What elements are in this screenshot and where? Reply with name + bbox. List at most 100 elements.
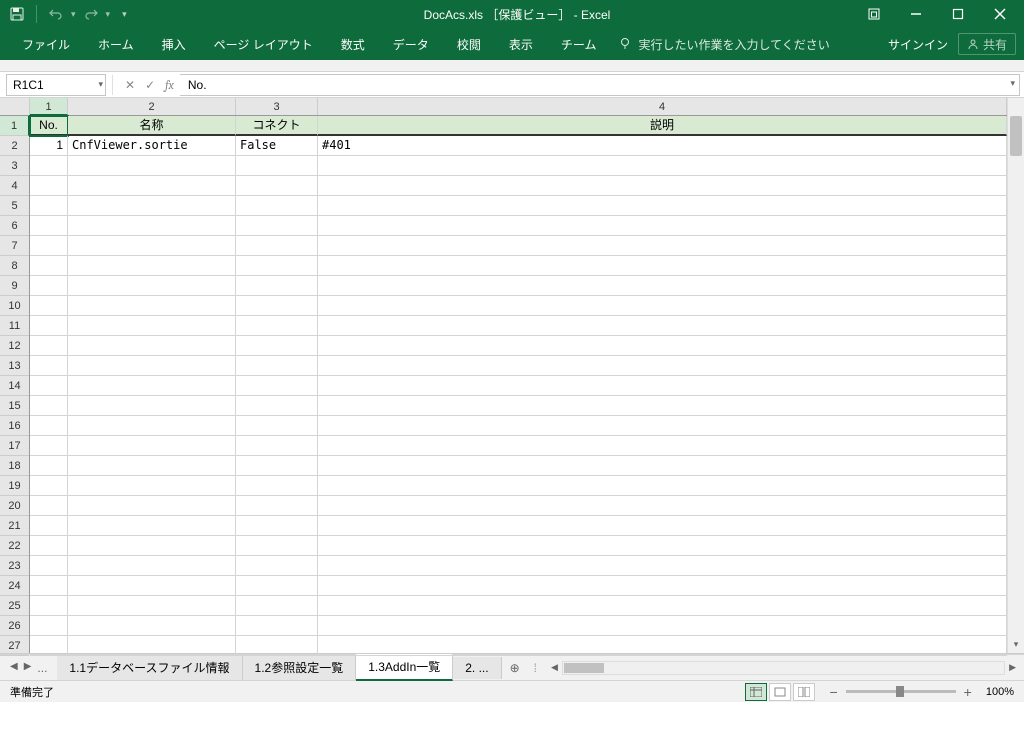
cell[interactable]: [68, 596, 236, 616]
cell-name-header[interactable]: 名称: [68, 116, 236, 136]
cell[interactable]: [68, 556, 236, 576]
cell[interactable]: [30, 596, 68, 616]
cell[interactable]: [236, 616, 318, 636]
sheet-tab-addin-list[interactable]: 1.3AddIn一覧: [356, 654, 453, 681]
ribbon-options-icon[interactable]: [854, 3, 894, 25]
cell[interactable]: [318, 336, 1007, 356]
cell[interactable]: [318, 196, 1007, 216]
cell[interactable]: [318, 296, 1007, 316]
cell[interactable]: [68, 616, 236, 636]
row-header-17[interactable]: 17: [0, 436, 29, 456]
cell[interactable]: [68, 216, 236, 236]
row-header-22[interactable]: 22: [0, 536, 29, 556]
cell[interactable]: [318, 396, 1007, 416]
tab-formulas[interactable]: 数式: [327, 28, 379, 60]
row-header-20[interactable]: 20: [0, 496, 29, 516]
tab-insert[interactable]: 挿入: [148, 28, 200, 60]
cell[interactable]: [30, 316, 68, 336]
enter-icon[interactable]: ✓: [145, 78, 155, 92]
cell[interactable]: [30, 176, 68, 196]
cell[interactable]: [68, 276, 236, 296]
row-header-19[interactable]: 19: [0, 476, 29, 496]
row-header-21[interactable]: 21: [0, 516, 29, 536]
cell[interactable]: [236, 216, 318, 236]
cell[interactable]: [236, 156, 318, 176]
cell[interactable]: [30, 256, 68, 276]
cell[interactable]: [68, 436, 236, 456]
cell[interactable]: [318, 256, 1007, 276]
sheet-tab-more[interactable]: 2. ...: [453, 657, 501, 679]
cell[interactable]: [318, 436, 1007, 456]
cell[interactable]: [318, 516, 1007, 536]
add-sheet-icon[interactable]: ⊕: [502, 661, 528, 675]
cell[interactable]: [318, 616, 1007, 636]
name-box[interactable]: R1C1 ▾: [6, 74, 106, 96]
hscroll-left-icon[interactable]: ◀: [551, 662, 558, 673]
row-header-13[interactable]: 13: [0, 356, 29, 376]
row-header-5[interactable]: 5: [0, 196, 29, 216]
cell[interactable]: [68, 396, 236, 416]
undo-dropdown-icon[interactable]: ▾: [71, 9, 76, 20]
cell[interactable]: [318, 576, 1007, 596]
spreadsheet-grid[interactable]: 1 2 3 4 12345678910111213141516171819202…: [0, 98, 1024, 654]
cell[interactable]: [68, 576, 236, 596]
cell[interactable]: [30, 396, 68, 416]
cell[interactable]: [30, 296, 68, 316]
cell[interactable]: [68, 376, 236, 396]
cell[interactable]: [30, 636, 68, 656]
cell[interactable]: [30, 196, 68, 216]
cell[interactable]: [30, 436, 68, 456]
cell[interactable]: [68, 356, 236, 376]
cell[interactable]: [318, 156, 1007, 176]
horizontal-scrollbar[interactable]: [562, 661, 1005, 675]
maximize-icon[interactable]: [938, 3, 978, 25]
cell-name[interactable]: CnfViewer.sortie: [68, 136, 236, 156]
row-header-9[interactable]: 9: [0, 276, 29, 296]
share-button[interactable]: 共有: [958, 33, 1016, 55]
cell[interactable]: [236, 316, 318, 336]
cell[interactable]: [236, 456, 318, 476]
row-header-10[interactable]: 10: [0, 296, 29, 316]
zoom-out-icon[interactable]: −: [829, 684, 837, 700]
cell[interactable]: [68, 336, 236, 356]
cell[interactable]: [318, 476, 1007, 496]
cell[interactable]: [30, 516, 68, 536]
cell[interactable]: [318, 536, 1007, 556]
cell[interactable]: [30, 536, 68, 556]
cell[interactable]: [30, 556, 68, 576]
fx-icon[interactable]: fx: [165, 78, 174, 92]
cell[interactable]: [68, 256, 236, 276]
cell-desc[interactable]: #401: [318, 136, 1007, 156]
cell[interactable]: [68, 516, 236, 536]
row-header-14[interactable]: 14: [0, 376, 29, 396]
row-header-12[interactable]: 12: [0, 336, 29, 356]
signin-link[interactable]: サインイン: [888, 36, 948, 53]
row-header-6[interactable]: 6: [0, 216, 29, 236]
cell[interactable]: [236, 436, 318, 456]
cell[interactable]: [68, 196, 236, 216]
tell-me-search[interactable]: 実行したい作業を入力してください: [618, 36, 829, 53]
col-header-2[interactable]: 2: [68, 98, 236, 115]
cell[interactable]: [30, 616, 68, 636]
qat-customize-icon[interactable]: ▾: [122, 9, 127, 20]
col-header-4[interactable]: 4: [318, 98, 1007, 115]
cell[interactable]: [68, 456, 236, 476]
tab-review[interactable]: 校閲: [443, 28, 495, 60]
tab-home[interactable]: ホーム: [84, 28, 148, 60]
cells-area[interactable]: No. 名称 コネクト 説明 1 CnfViewer.sortie False …: [30, 116, 1007, 653]
cell[interactable]: [236, 176, 318, 196]
cell[interactable]: [318, 276, 1007, 296]
col-header-1[interactable]: 1: [30, 98, 68, 115]
cell[interactable]: [30, 156, 68, 176]
save-icon[interactable]: [8, 5, 26, 23]
minimize-icon[interactable]: [896, 3, 936, 25]
cell[interactable]: [236, 556, 318, 576]
cell[interactable]: [68, 236, 236, 256]
sheet-next-icon[interactable]: ▶: [24, 661, 32, 675]
cell[interactable]: [68, 476, 236, 496]
cell[interactable]: [318, 496, 1007, 516]
row-header-7[interactable]: 7: [0, 236, 29, 256]
row-header-27[interactable]: 27: [0, 636, 29, 656]
row-header-3[interactable]: 3: [0, 156, 29, 176]
cell[interactable]: [318, 176, 1007, 196]
